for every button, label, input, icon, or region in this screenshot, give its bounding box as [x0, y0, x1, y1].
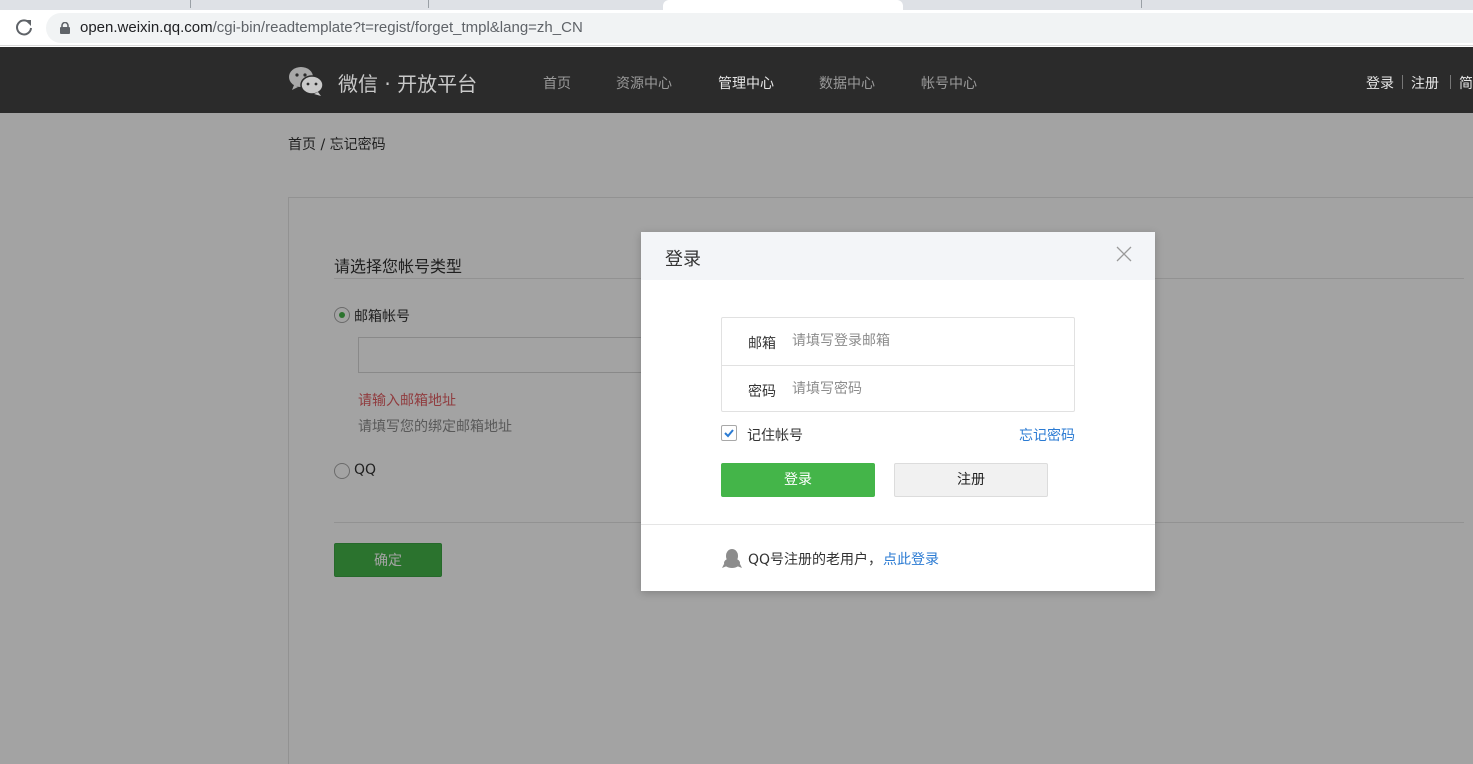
nav-item-management[interactable]: 管理中心 — [718, 73, 774, 93]
url-path: /cgi-bin/readtemplate?t=regist/forget_tm… — [212, 19, 583, 36]
url-field[interactable]: open.weixin.qq.com/cgi-bin/readtemplate?… — [46, 13, 1473, 43]
nav-divider — [1402, 75, 1403, 89]
wechat-logo-icon[interactable] — [288, 65, 324, 97]
email-row: 邮箱 — [722, 318, 1074, 365]
nav-language-link[interactable]: 简 — [1459, 73, 1473, 93]
password-row: 密码 — [722, 365, 1074, 412]
tab-separator — [1141, 0, 1142, 8]
close-icon[interactable] — [1115, 245, 1133, 263]
dialog-title: 登录 — [665, 249, 701, 270]
nav-login-link[interactable]: 登录 — [1366, 73, 1394, 93]
tab-separator — [190, 0, 191, 8]
password-label: 密码 — [748, 384, 776, 400]
login-button[interactable]: 登录 — [721, 463, 875, 497]
nav-divider — [1450, 75, 1451, 89]
remember-account-label[interactable]: 记住帐号 — [747, 425, 803, 445]
register-button[interactable]: 注册 — [894, 463, 1048, 497]
dialog-header: 登录 — [641, 232, 1155, 280]
tab-separator — [428, 0, 429, 8]
nav-item-account[interactable]: 帐号中心 — [921, 73, 977, 93]
qq-login-link[interactable]: 点此登录 — [883, 549, 939, 569]
url-text: open.weixin.qq.com/cgi-bin/readtemplate?… — [80, 19, 583, 36]
address-bar: open.weixin.qq.com/cgi-bin/readtemplate?… — [0, 10, 1473, 46]
top-nav: 微信 · 开放平台 首页 资源中心 管理中心 数据中心 帐号中心 登录 注册 简 — [0, 47, 1473, 113]
active-tab[interactable] — [663, 0, 903, 10]
reload-icon[interactable] — [12, 16, 36, 40]
logo-text[interactable]: 微信 · 开放平台 — [338, 68, 477, 97]
qq-penguin-icon — [722, 548, 742, 570]
login-password-input[interactable] — [792, 376, 1062, 402]
dialog-divider — [641, 524, 1155, 525]
nav-register-link[interactable]: 注册 — [1411, 73, 1439, 93]
nav-item-home[interactable]: 首页 — [543, 73, 571, 93]
qq-user-text: QQ号注册的老用户， — [748, 552, 883, 568]
credentials-box: 邮箱 密码 — [721, 317, 1075, 412]
nav-item-resources[interactable]: 资源中心 — [616, 73, 672, 93]
remember-account-checkbox[interactable] — [721, 425, 737, 441]
login-dialog: 登录 邮箱 密码 记住帐号 忘记密码 登录 注册 — [641, 232, 1155, 591]
nav-item-data[interactable]: 数据中心 — [819, 73, 875, 93]
browser-tab-strip — [0, 0, 1473, 10]
login-email-input[interactable] — [792, 328, 1062, 354]
checkmark-icon — [724, 429, 734, 438]
page: 微信 · 开放平台 首页 资源中心 管理中心 数据中心 帐号中心 登录 注册 简… — [0, 47, 1473, 764]
forgot-password-link[interactable]: 忘记密码 — [1019, 425, 1075, 445]
email-label: 邮箱 — [748, 336, 776, 352]
url-host: open.weixin.qq.com — [80, 19, 213, 36]
lock-icon — [60, 21, 70, 34]
